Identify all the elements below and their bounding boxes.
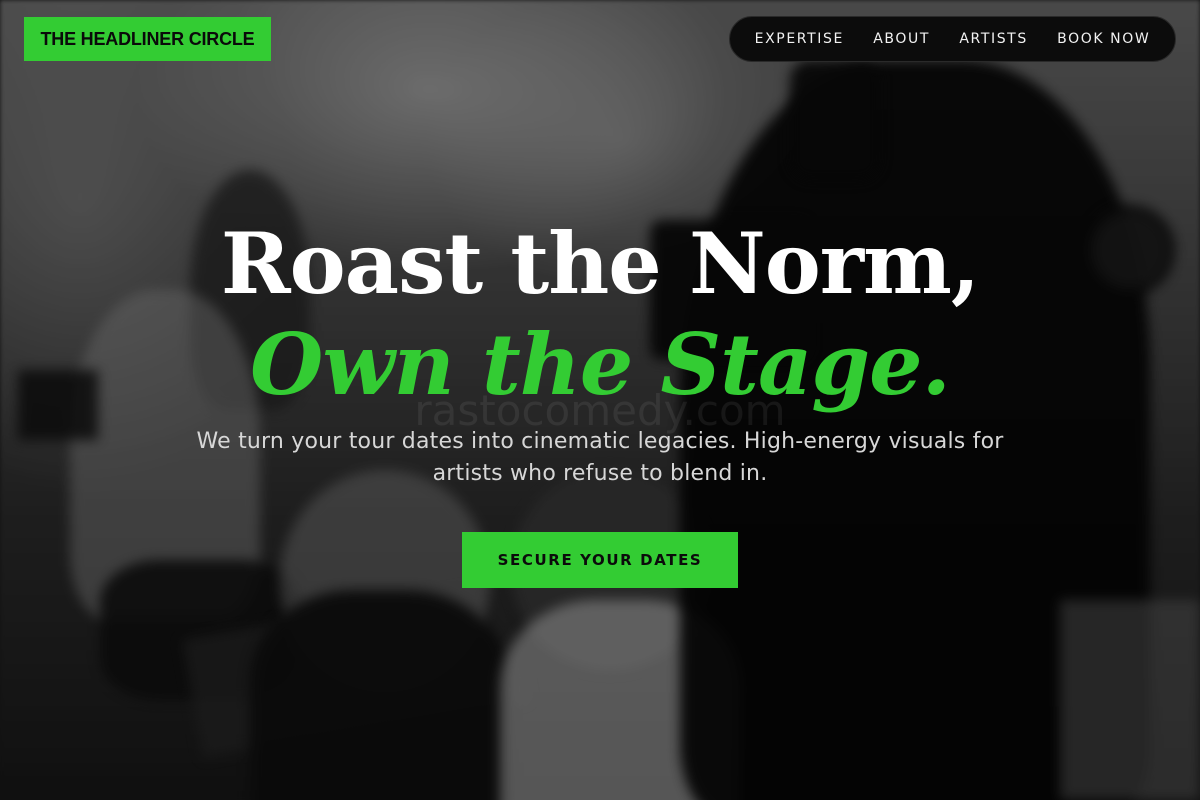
secure-dates-button[interactable]: SECURE YOUR DATES xyxy=(462,532,738,588)
main-nav: EXPERTISE ABOUT ARTISTS BOOK NOW xyxy=(729,16,1176,62)
nav-item-book-now[interactable]: BOOK NOW xyxy=(1057,31,1150,47)
nav-item-expertise[interactable]: EXPERTISE xyxy=(755,31,844,47)
nav-item-about[interactable]: ABOUT xyxy=(873,31,930,47)
hero-headline: Roast the Norm, xyxy=(220,214,980,313)
brand-logo[interactable]: THE HEADLINER CIRCLE xyxy=(24,17,271,61)
nav-item-artists[interactable]: ARTISTS xyxy=(959,31,1028,47)
hero-subtitle: We turn your tour dates into cinematic l… xyxy=(196,429,1004,486)
